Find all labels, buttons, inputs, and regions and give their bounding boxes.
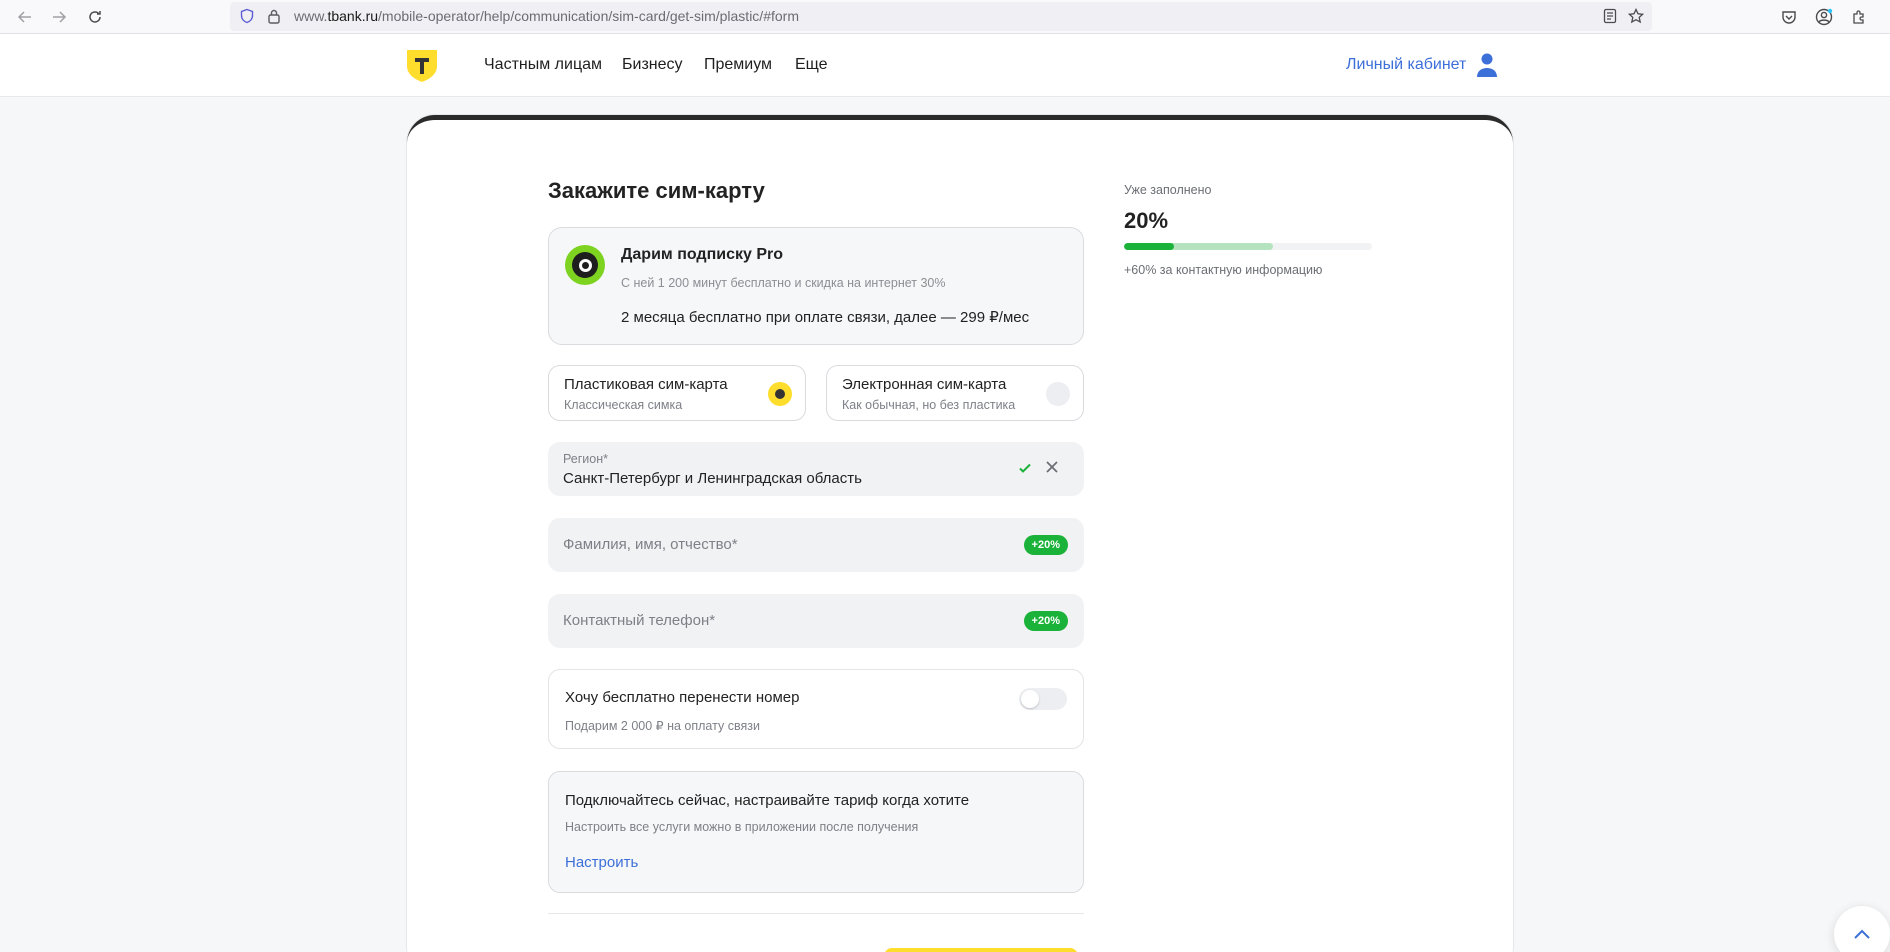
personal-cabinet-link[interactable]: Личный кабинет bbox=[1346, 56, 1466, 74]
shield-icon[interactable] bbox=[238, 7, 256, 25]
back-icon[interactable] bbox=[12, 4, 38, 30]
star-icon[interactable] bbox=[1627, 7, 1645, 25]
forward-icon[interactable] bbox=[46, 4, 72, 30]
configure-link[interactable]: Настроить bbox=[565, 854, 638, 871]
region-field[interactable]: Регион* Санкт-Петербург и Ленинградская … bbox=[548, 442, 1084, 496]
nav-premium[interactable]: Премиум bbox=[704, 56, 772, 74]
pro-subscription-icon bbox=[565, 245, 605, 285]
region-value[interactable]: Санкт-Петербург и Ленинградская область bbox=[563, 470, 862, 487]
progress-bar bbox=[1124, 243, 1372, 250]
extensions-icon[interactable] bbox=[1846, 4, 1872, 30]
progress-fill bbox=[1124, 243, 1174, 250]
promo-title: Дарим подписку Pro bbox=[621, 246, 783, 263]
progress-hint: +60% за контактную информацию bbox=[1124, 263, 1323, 277]
url-prefix: www. bbox=[294, 8, 328, 24]
percent-badge: +20% bbox=[1023, 535, 1068, 555]
port-number-toggle[interactable] bbox=[1019, 688, 1067, 710]
port-number-subtitle: Подарим 2 000 ₽ на оплату связи bbox=[565, 719, 760, 733]
lock-icon[interactable] bbox=[265, 7, 283, 25]
full-name-field[interactable]: Фамилия, имя, отчество* +20% bbox=[548, 518, 1084, 572]
radio-unselected[interactable] bbox=[1046, 382, 1070, 406]
pocket-icon[interactable] bbox=[1776, 4, 1802, 30]
scroll-to-top-button[interactable] bbox=[1834, 906, 1890, 952]
chevron-up-icon bbox=[1854, 929, 1870, 939]
nav-more[interactable]: Еще bbox=[795, 56, 828, 74]
reader-icon[interactable] bbox=[1601, 7, 1619, 25]
submit-button[interactable] bbox=[884, 948, 1078, 952]
info-title: Подключайтесь сейчас, настраивайте тариф… bbox=[565, 792, 970, 809]
address-bar[interactable]: www.tbank.ru/mobile-operator/help/commun… bbox=[230, 2, 1652, 31]
radio-selected[interactable] bbox=[768, 382, 792, 406]
phone-placeholder: Контактный телефон* bbox=[563, 612, 716, 629]
tariff-info-box: Подключайтесь сейчас, настраивайте тариф… bbox=[548, 771, 1084, 893]
info-subtitle: Настроить все услуги можно в приложении … bbox=[565, 820, 919, 834]
reload-icon[interactable] bbox=[82, 4, 108, 30]
sim-option-title: Пластиковая сим-карта bbox=[564, 376, 728, 393]
percent-badge: +20% bbox=[1023, 611, 1068, 631]
form-divider bbox=[548, 913, 1084, 914]
check-icon bbox=[1018, 461, 1032, 475]
sim-option-title: Электронная сим-карта bbox=[842, 376, 1007, 393]
form-title: Закажите сим-карту bbox=[548, 178, 765, 203]
nav-business[interactable]: Бизнесу bbox=[622, 56, 683, 74]
sim-option-subtitle: Как обычная, но без пластика bbox=[842, 398, 1016, 412]
progress-value: 20% bbox=[1124, 208, 1169, 233]
clear-icon[interactable] bbox=[1044, 459, 1060, 475]
user-icon[interactable] bbox=[1476, 52, 1498, 78]
url-domain: tbank.ru bbox=[327, 8, 379, 24]
url-text: www.tbank.ru/mobile-operator/help/commun… bbox=[294, 8, 799, 24]
browser-toolbar: www.tbank.ru/mobile-operator/help/commun… bbox=[0, 0, 1890, 34]
site-header: Частным лицам Бизнесу Премиум Еще Личный… bbox=[0, 34, 1890, 97]
port-number-option: Хочу бесплатно перенести номер Подарим 2… bbox=[548, 669, 1084, 749]
promo-subtitle: С ней 1 200 минут бесплатно и скидка на … bbox=[621, 276, 946, 290]
sim-option-plastic[interactable]: Пластиковая сим-карта Классическая симка bbox=[548, 365, 806, 421]
region-label: Регион* bbox=[563, 452, 609, 466]
full-name-placeholder: Фамилия, имя, отчество* bbox=[563, 536, 738, 553]
port-number-title: Хочу бесплатно перенести номер bbox=[565, 689, 800, 706]
sim-option-esim[interactable]: Электронная сим-карта Как обычная, но бе… bbox=[826, 365, 1084, 421]
promo-price: 2 месяца бесплатно при оплате связи, дал… bbox=[621, 309, 1030, 326]
progress-label: Уже заполнено bbox=[1124, 183, 1212, 197]
phone-field[interactable]: Контактный телефон* +20% bbox=[548, 594, 1084, 648]
account-icon[interactable] bbox=[1811, 4, 1837, 30]
url-path: /mobile-operator/help/communication/sim-… bbox=[378, 8, 799, 24]
logo-icon[interactable] bbox=[407, 50, 437, 82]
nav-private[interactable]: Частным лицам bbox=[484, 56, 602, 74]
sim-option-subtitle: Классическая симка bbox=[564, 398, 683, 412]
promo-banner: Дарим подписку Pro С ней 1 200 минут бес… bbox=[548, 227, 1084, 345]
